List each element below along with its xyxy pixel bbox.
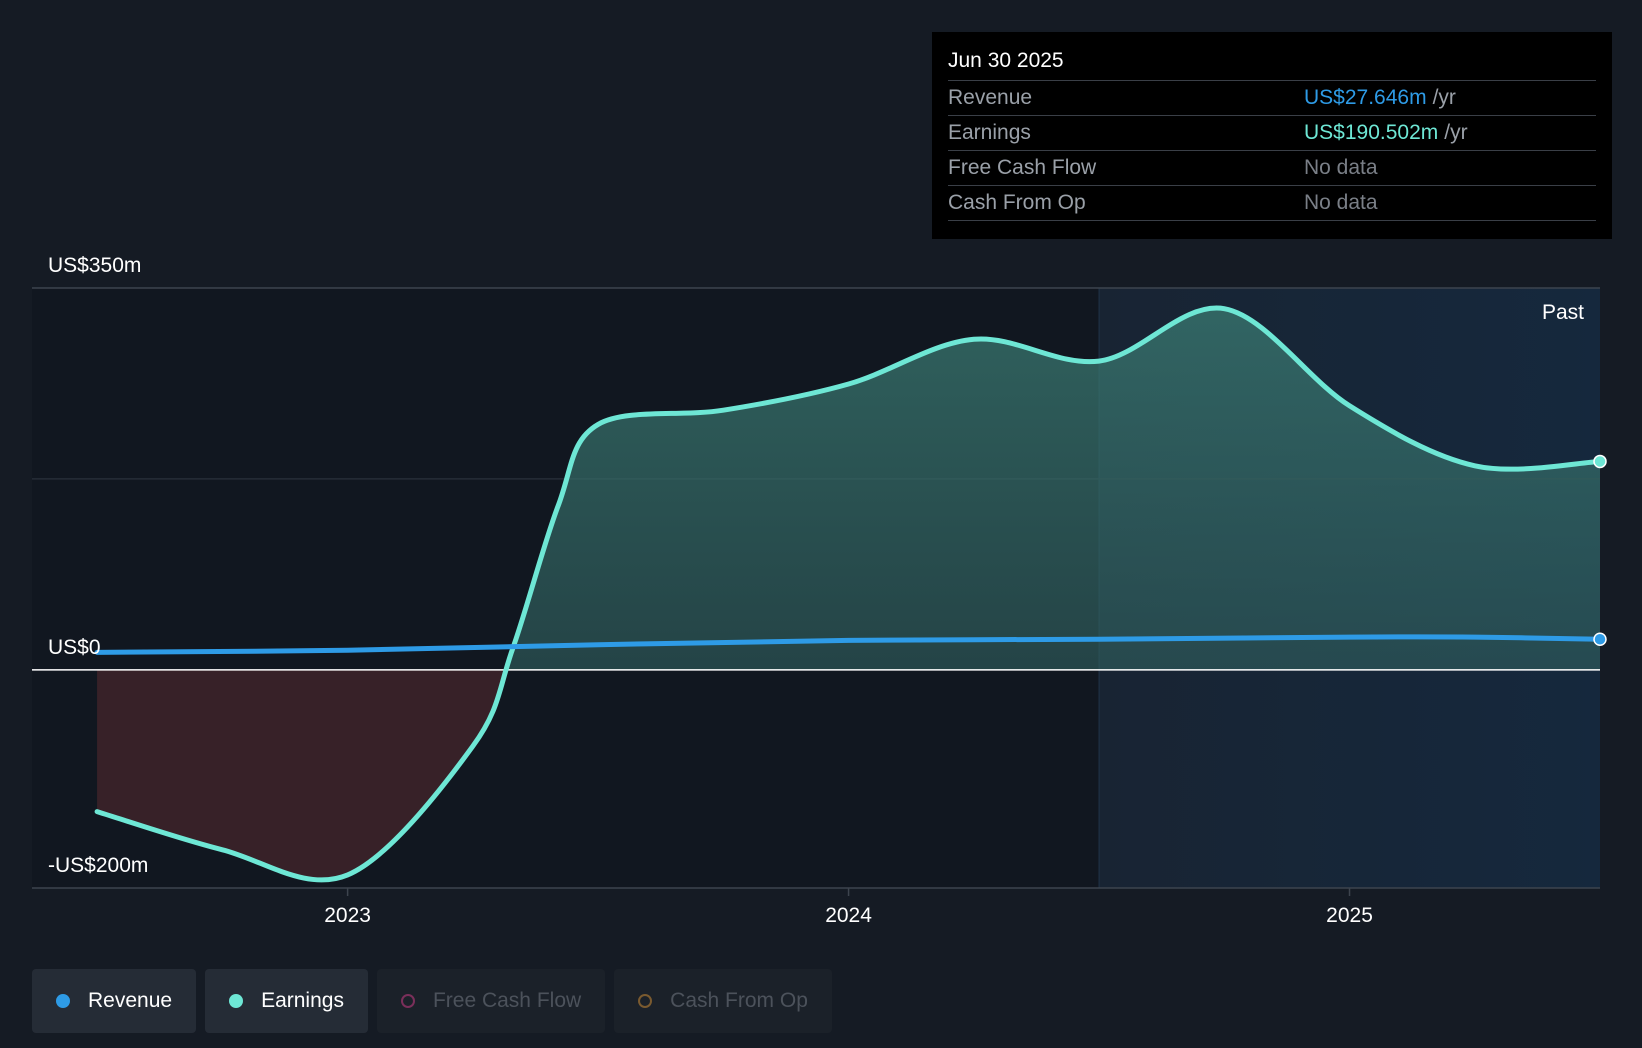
- revenue-dot-icon: [56, 994, 70, 1008]
- tooltip-value: US$27.646m: [1304, 86, 1427, 109]
- y-tick-label: -US$200m: [48, 854, 148, 877]
- tooltip: Jun 30 2025 Revenue US$27.646m /yr Earni…: [932, 32, 1612, 239]
- legend-label: Earnings: [261, 989, 344, 1012]
- past-label: Past: [1542, 301, 1584, 324]
- earnings-dot-icon: [229, 994, 244, 1008]
- tooltip-row-earnings: Earnings US$190.502m /yr: [948, 116, 1596, 151]
- tooltip-label: Earnings: [948, 121, 1031, 144]
- legend-cash-from-op[interactable]: Cash From Op: [614, 969, 832, 1033]
- tooltip-value: US$190.502m: [1304, 121, 1439, 144]
- legend-revenue[interactable]: Revenue: [32, 969, 197, 1033]
- legend-earnings[interactable]: Earnings: [205, 969, 368, 1033]
- tooltip-label: Free Cash Flow: [948, 156, 1097, 179]
- revenue-end-point[interactable]: [1593, 632, 1607, 647]
- tooltip-label: Revenue: [948, 86, 1033, 109]
- x-tick-label: 2025: [1326, 904, 1373, 927]
- legend-free-cash-flow[interactable]: Free Cash Flow: [376, 969, 606, 1033]
- legend: Revenue Earnings Free Cash Flow Cash Fro…: [32, 969, 841, 1033]
- tooltip-value: No data: [1304, 191, 1378, 214]
- earnings-end-point[interactable]: [1593, 454, 1607, 469]
- tooltip-row-revenue: Revenue US$27.646m /yr: [948, 81, 1596, 116]
- cash-from-op-dot-icon: [638, 994, 653, 1008]
- x-tick-label: 2024: [825, 904, 872, 927]
- tooltip-row-free-cash-flow: Free Cash Flow No data: [948, 151, 1596, 186]
- tooltip-unit: /yr: [1432, 86, 1456, 109]
- legend-label: Cash From Op: [670, 989, 808, 1012]
- legend-label: Free Cash Flow: [432, 989, 582, 1012]
- tooltip-date: Jun 30 2025: [948, 46, 1596, 81]
- tooltip-unit: /yr: [1444, 121, 1468, 144]
- legend-label: Revenue: [88, 989, 173, 1012]
- y-tick-label: US$0: [48, 636, 101, 659]
- tooltip-label: Cash From Op: [948, 191, 1086, 214]
- x-axis-labels: 2023 2024 2025: [324, 888, 1373, 927]
- x-tick-label: 2023: [324, 904, 371, 927]
- y-tick-label: US$350m: [48, 254, 141, 277]
- tooltip-value: No data: [1304, 156, 1378, 179]
- tooltip-row-cash-from-op: Cash From Op No data: [948, 186, 1596, 221]
- free-cash-flow-dot-icon: [400, 994, 415, 1008]
